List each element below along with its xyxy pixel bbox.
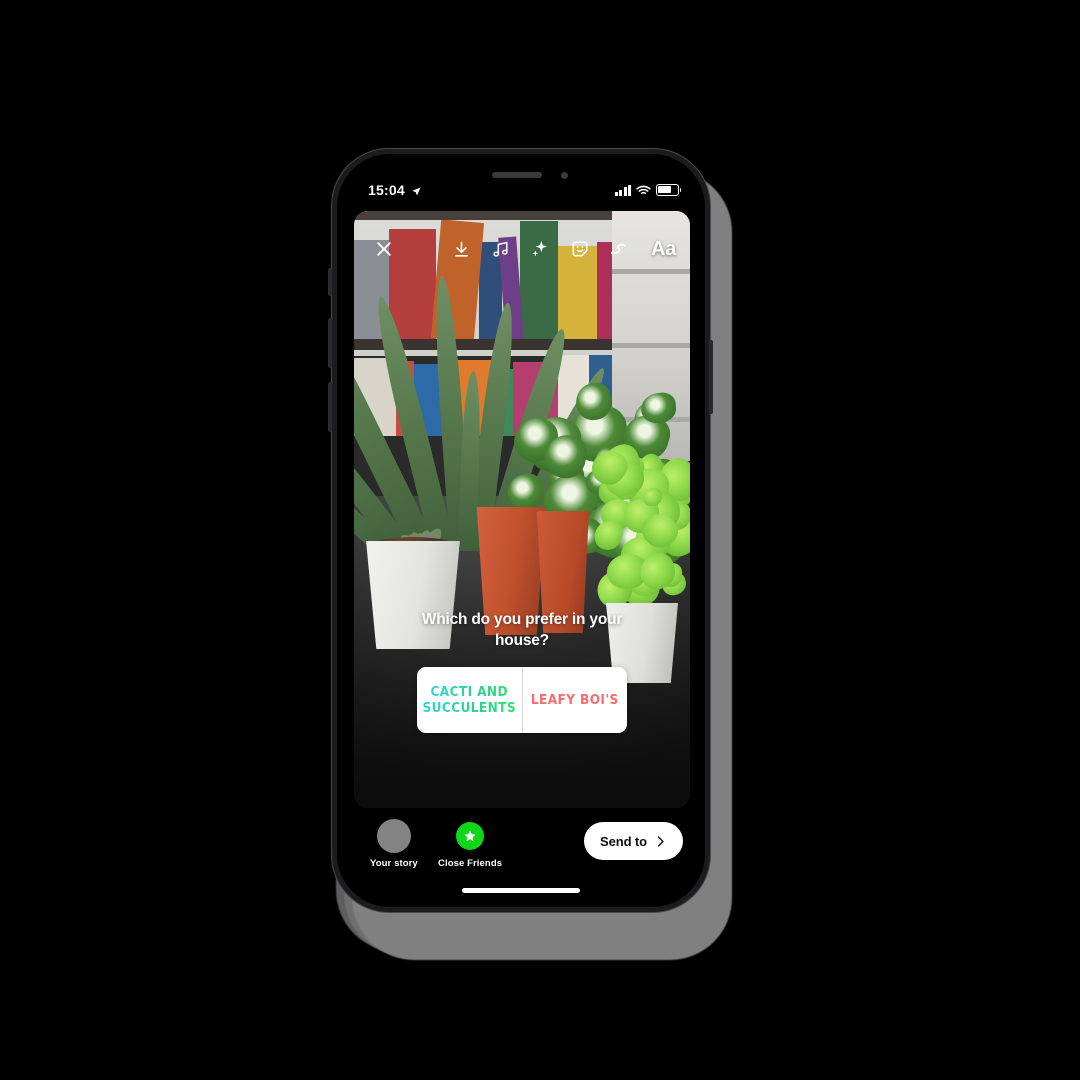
status-bar: 15:04 <box>337 182 705 204</box>
basil-plant <box>585 440 690 628</box>
phone-screen: Which do you prefer in your house? CACTI… <box>337 154 705 907</box>
close-icon[interactable] <box>374 239 394 259</box>
poll-option-leafy[interactable]: LEAFY BOI'S <box>523 667 628 733</box>
story-toolbar: Aa <box>354 232 690 266</box>
send-to-label: Send to <box>600 833 647 849</box>
share-close-friends-label: Close Friends <box>438 858 503 869</box>
power-button[interactable] <box>709 340 713 414</box>
share-close-friends[interactable]: Close Friends <box>438 819 502 869</box>
wifi-icon <box>636 185 651 194</box>
volume-up-button[interactable] <box>328 318 332 368</box>
status-time: 15:04 <box>368 182 405 198</box>
poll-sticker[interactable]: Which do you prefer in your house? CACTI… <box>396 610 648 734</box>
location-arrow-icon <box>411 184 422 202</box>
volume-down-button[interactable] <box>328 382 332 432</box>
share-your-story[interactable]: Your story <box>370 819 418 869</box>
share-your-story-label: Your story <box>370 858 418 869</box>
sparkles-icon[interactable] <box>530 239 550 259</box>
cellular-signal-icon <box>614 184 631 196</box>
screenshot-stage: Which do you prefer in your house? CACTI… <box>0 0 1080 1080</box>
share-bar: Your story Close Friends Send to <box>337 808 705 880</box>
mute-switch[interactable] <box>328 268 332 296</box>
send-to-button[interactable]: Send to <box>584 822 683 860</box>
poll-options: CACTI AND SUCCULENTS LEAFY BOI'S <box>417 667 628 734</box>
text-aa-icon[interactable]: Aa <box>651 238 676 261</box>
music-note-icon[interactable] <box>491 240 510 259</box>
chevron-right-icon <box>657 835 664 847</box>
story-photo[interactable]: Which do you prefer in your house? CACTI… <box>354 211 690 808</box>
sticker-smiley-icon[interactable] <box>570 239 590 259</box>
poll-option-cacti[interactable]: CACTI AND SUCCULENTS <box>417 667 523 734</box>
draw-squiggle-icon[interactable] <box>610 239 631 260</box>
battery-icon <box>656 184 682 196</box>
home-indicator[interactable] <box>462 888 580 893</box>
front-camera <box>561 172 568 179</box>
download-icon[interactable] <box>452 240 471 259</box>
avatar <box>376 819 411 853</box>
green-star-icon <box>456 822 485 850</box>
earpiece-speaker <box>492 172 542 178</box>
poll-question: Which do you prefer in your house? <box>421 611 623 649</box>
